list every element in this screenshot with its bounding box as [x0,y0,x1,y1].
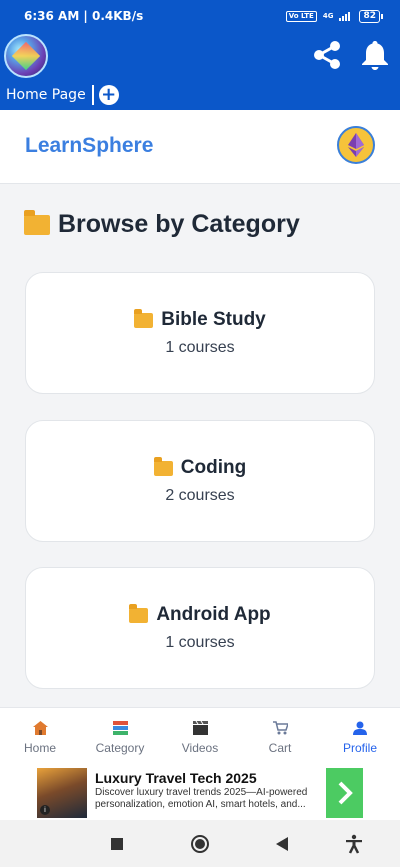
ad-open-button[interactable] [326,768,363,818]
brand-logo[interactable]: LearnSphere [25,134,153,158]
back-button[interactable] [272,834,292,854]
ethereum-icon [348,133,364,157]
back-triangle-icon [276,837,288,851]
share-button[interactable] [308,36,346,74]
status-icons: Vo LTE 4G 82 [285,9,383,23]
system-nav-bar [0,820,400,867]
bottom-nav: Home Category Videos Cart Profile [0,707,400,767]
folder-icon [129,603,149,623]
ad-description: Discover luxury travel trends 2025—AI-po… [95,787,308,810]
house-icon [32,720,48,736]
category-count: 2 courses [165,487,235,504]
accessibility-icon [346,834,362,854]
books-icon [112,720,128,736]
page-title: Browse by Category [24,209,300,239]
network-type: 4G [322,12,334,20]
nav-profile[interactable]: Profile [320,708,400,767]
battery-icon: 82 [359,9,383,23]
page-title-text: Browse by Category [58,210,300,238]
status-bar: 6:36 AM | 0.4KB/s Vo LTE 4G 82 [0,0,400,32]
nav-category[interactable]: Category [80,708,160,767]
ad-banner[interactable]: i Luxury Travel Tech 2025 Discover luxur… [0,767,400,820]
category-name: Bible Study [161,309,266,330]
category-count: 1 courses [165,634,235,651]
nav-cart[interactable]: Cart [240,708,320,767]
category-title: Android App [129,603,271,626]
nav-label: Category [95,741,145,755]
tab-home-page[interactable]: Home Page [0,85,94,105]
nav-label: Videos [181,741,219,755]
home-button[interactable] [190,834,210,854]
cart-icon [272,720,288,736]
plus-icon: + [101,84,117,105]
clapper-icon [192,720,208,736]
nav-label: Cart [268,741,292,755]
folder-open-icon [24,209,50,235]
nav-label: Profile [342,741,377,755]
category-name: Android App [156,604,271,625]
square-icon [111,838,123,850]
category-name: Coding [180,457,247,478]
folder-icon [134,308,154,328]
volte-badge: Vo LTE [285,10,317,22]
ad-image[interactable]: i [37,768,87,818]
category-card-android-app[interactable]: Android App 1 courses [25,567,375,689]
ad-title[interactable]: Luxury Travel Tech 2025 [95,770,257,786]
share-icon [314,41,340,69]
bell-icon [362,41,388,70]
add-tab-button[interactable]: + [98,84,119,105]
app-logo[interactable] [4,34,48,78]
category-title: Coding [153,456,247,479]
category-card-coding[interactable]: Coding 2 courses [25,420,375,542]
signal-icon [339,12,351,21]
accessibility-button[interactable] [344,834,364,854]
tab-bar: Home Page + [0,82,119,108]
chevron-right-icon [338,781,353,805]
nav-label: Home [23,741,56,755]
status-time: 6:36 AM | 0.4KB/s [24,9,144,23]
site-header: LearnSphere [0,110,400,184]
nav-videos[interactable]: Videos [160,708,240,767]
app-header: Home Page + [0,32,400,110]
nav-home[interactable]: Home [0,708,80,767]
category-title: Bible Study [134,308,266,331]
folder-icon [153,456,173,476]
person-icon [352,720,368,736]
ad-info-icon[interactable]: i [40,805,50,815]
recents-button[interactable] [107,834,127,854]
category-count: 1 courses [165,339,235,356]
notification-button[interactable] [356,36,394,74]
circle-icon [191,835,209,853]
wallet-button[interactable] [337,126,375,164]
category-card-bible-study[interactable]: Bible Study 1 courses [25,272,375,394]
